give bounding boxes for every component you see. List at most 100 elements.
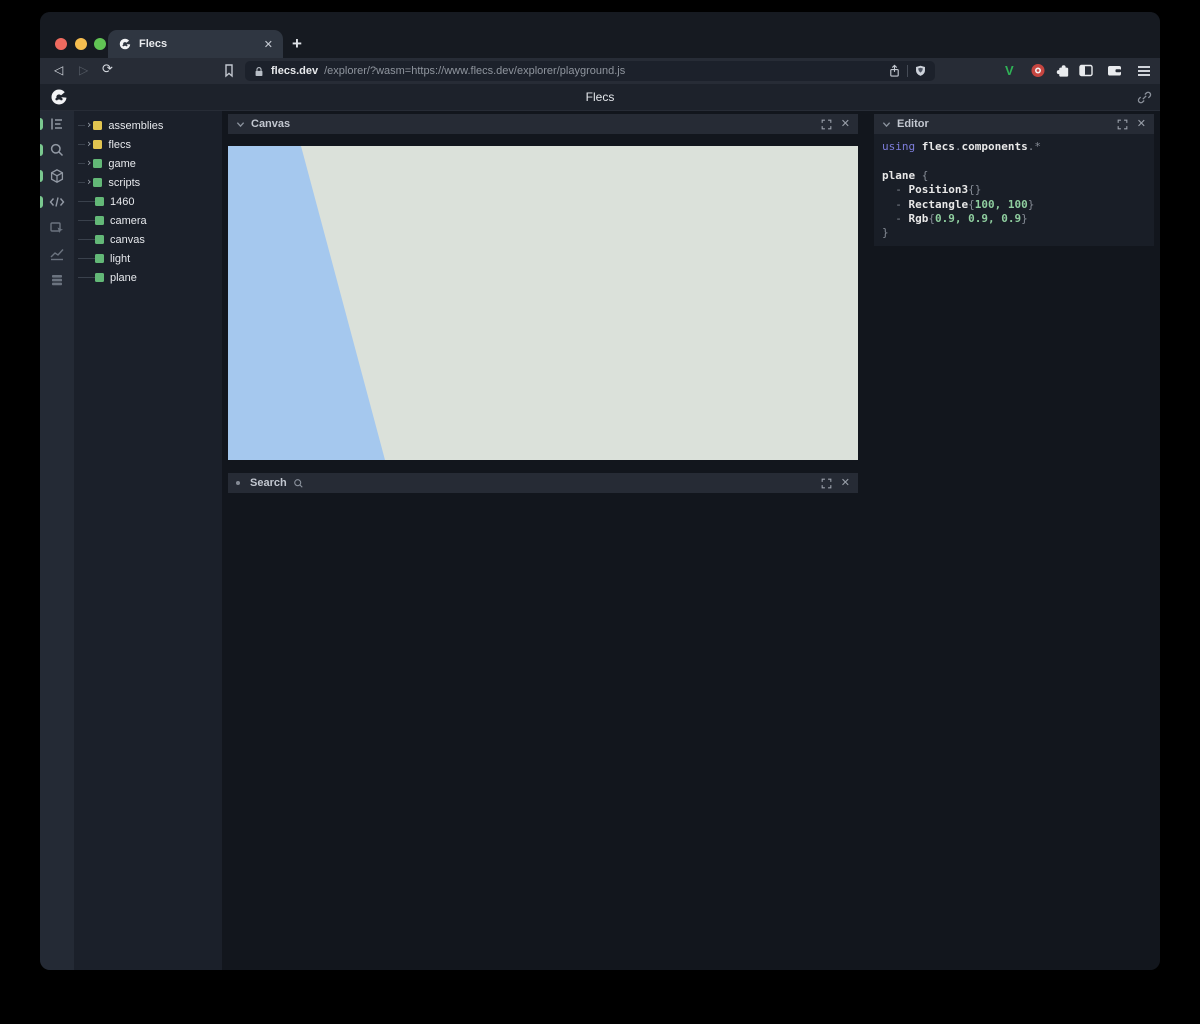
close-icon[interactable]: ✕: [1137, 119, 1146, 130]
collapsed-dot-icon[interactable]: [236, 481, 240, 485]
main-content: Canvas ✕ Search ✕: [222, 111, 1160, 970]
chevron-down-icon[interactable]: [236, 120, 245, 129]
sidebar-item-charts[interactable]: [40, 241, 74, 267]
extension-v-icon[interactable]: V: [1005, 63, 1014, 78]
tree-item-label: scripts: [108, 177, 140, 189]
canvas-panel-header: Canvas ✕: [228, 114, 858, 134]
browser-menu-icon[interactable]: [1138, 66, 1150, 76]
magnifier-icon: [293, 478, 304, 489]
expand-arrow-icon[interactable]: ›: [87, 156, 91, 169]
entity-color-swatch: [93, 178, 102, 187]
search-panel-header: Search ✕: [228, 473, 858, 493]
canvas-3d-viewport[interactable]: [228, 146, 858, 460]
tree-item-label: 1460: [110, 196, 134, 208]
wallet-icon[interactable]: [1106, 62, 1123, 79]
browser-window: Flecs ✕ + ◁ ▷ ⟳ flecs.dev /explorer/?was…: [40, 12, 1160, 970]
zoom-window-button[interactable]: [94, 38, 106, 50]
minimize-window-button[interactable]: [75, 38, 87, 50]
code-line: }: [882, 226, 1146, 240]
fullscreen-icon[interactable]: [821, 119, 832, 130]
extension-badge-icon[interactable]: [1030, 62, 1046, 79]
tree-item-light[interactable]: light: [74, 249, 222, 268]
share-link-icon[interactable]: [1137, 90, 1152, 105]
fullscreen-icon[interactable]: [821, 478, 832, 489]
share-icon[interactable]: [888, 64, 901, 78]
entity-tree-panel: › assemblies › flecs › game › scripts: [74, 111, 222, 970]
tree-item-label: assemblies: [108, 120, 163, 132]
bookmark-icon[interactable]: [222, 63, 236, 78]
tree-item-game[interactable]: › game: [74, 154, 222, 173]
search-icon: [49, 142, 65, 158]
panel-title: Canvas: [251, 118, 815, 130]
tab-bar: Flecs ✕ +: [40, 12, 1160, 58]
code-line: - Position3{}: [882, 183, 1146, 197]
forward-button: ▷: [79, 63, 88, 77]
chevron-down-icon[interactable]: [882, 120, 891, 129]
entity-color-swatch: [95, 235, 104, 244]
code-editor[interactable]: using flecs.components.* plane { - Posit…: [874, 134, 1154, 246]
code-line: - Rgb{0.9, 0.9, 0.9}: [882, 212, 1146, 226]
sidebar-item-components[interactable]: [40, 163, 74, 189]
tree-item-scripts[interactable]: › scripts: [74, 173, 222, 192]
active-indicator: [40, 118, 43, 130]
icon-sidebar: [40, 111, 74, 970]
inspector-cursor-icon: [49, 220, 65, 236]
expand-arrow-icon[interactable]: ›: [87, 118, 91, 131]
back-button[interactable]: ◁: [54, 63, 63, 77]
sidebar-toggle-icon[interactable]: [1078, 62, 1094, 79]
tree-item-label: canvas: [110, 234, 145, 246]
sidebar-item-inspector[interactable]: [40, 215, 74, 241]
entity-color-swatch: [95, 216, 104, 225]
code-line: using flecs.components.*: [882, 140, 1146, 154]
entity-tree-icon: [49, 116, 65, 132]
entity-color-swatch: [95, 273, 104, 282]
close-icon[interactable]: ✕: [841, 478, 850, 489]
new-tab-button[interactable]: +: [292, 34, 302, 54]
url-domain: flecs.dev: [271, 65, 318, 77]
tree-item-1460[interactable]: 1460: [74, 192, 222, 211]
panel-title: Editor: [897, 118, 1111, 130]
brave-shield-icon[interactable]: [914, 64, 927, 78]
tree-item-canvas[interactable]: canvas: [74, 230, 222, 249]
entity-color-swatch: [93, 140, 102, 149]
line-chart-icon: [49, 246, 65, 262]
expand-arrow-icon[interactable]: ›: [87, 175, 91, 188]
tab-close-icon[interactable]: ✕: [264, 38, 273, 51]
tree-item-flecs[interactable]: › flecs: [74, 135, 222, 154]
reload-button[interactable]: ⟳: [102, 62, 113, 77]
expand-arrow-icon[interactable]: ›: [87, 137, 91, 150]
lock-icon: [253, 65, 265, 78]
tree-item-camera[interactable]: camera: [74, 211, 222, 230]
entity-color-swatch: [95, 254, 104, 263]
close-icon[interactable]: ✕: [841, 119, 850, 130]
browser-tab[interactable]: Flecs ✕: [108, 30, 283, 58]
extensions-puzzle-icon[interactable]: [1055, 62, 1071, 79]
tree-item-label: camera: [110, 215, 147, 227]
url-path: /explorer/?wasm=https://www.flecs.dev/ex…: [324, 65, 882, 77]
entity-color-swatch: [95, 197, 104, 206]
tree-item-plane[interactable]: plane: [74, 268, 222, 287]
stack-icon: [49, 272, 65, 288]
tab-title: Flecs: [139, 38, 257, 50]
browser-toolbar: ◁ ▷ ⟳ flecs.dev /explorer/?wasm=https://…: [40, 58, 1160, 84]
tree-item-assemblies[interactable]: › assemblies: [74, 116, 222, 135]
close-window-button[interactable]: [55, 38, 67, 50]
code-line: plane {: [882, 169, 1146, 183]
sidebar-item-search[interactable]: [40, 137, 74, 163]
code-line: - Rectangle{100, 100}: [882, 198, 1146, 212]
editor-panel-header: Editor ✕: [874, 114, 1154, 134]
sidebar-item-code[interactable]: [40, 189, 74, 215]
tree-item-label: flecs: [108, 139, 131, 151]
fullscreen-icon[interactable]: [1117, 119, 1128, 130]
active-indicator: [40, 170, 43, 182]
url-bar[interactable]: flecs.dev /explorer/?wasm=https://www.fl…: [245, 61, 935, 81]
sidebar-item-entities[interactable]: [40, 111, 74, 137]
code-icon: [49, 194, 65, 210]
sidebar-item-stats[interactable]: [40, 267, 74, 293]
cube-icon: [49, 168, 65, 184]
tree-item-label: plane: [110, 272, 137, 284]
divider: [907, 65, 908, 77]
active-indicator: [40, 196, 43, 208]
panel-title: Search: [250, 477, 287, 489]
favicon-flecs-icon: [118, 37, 132, 51]
